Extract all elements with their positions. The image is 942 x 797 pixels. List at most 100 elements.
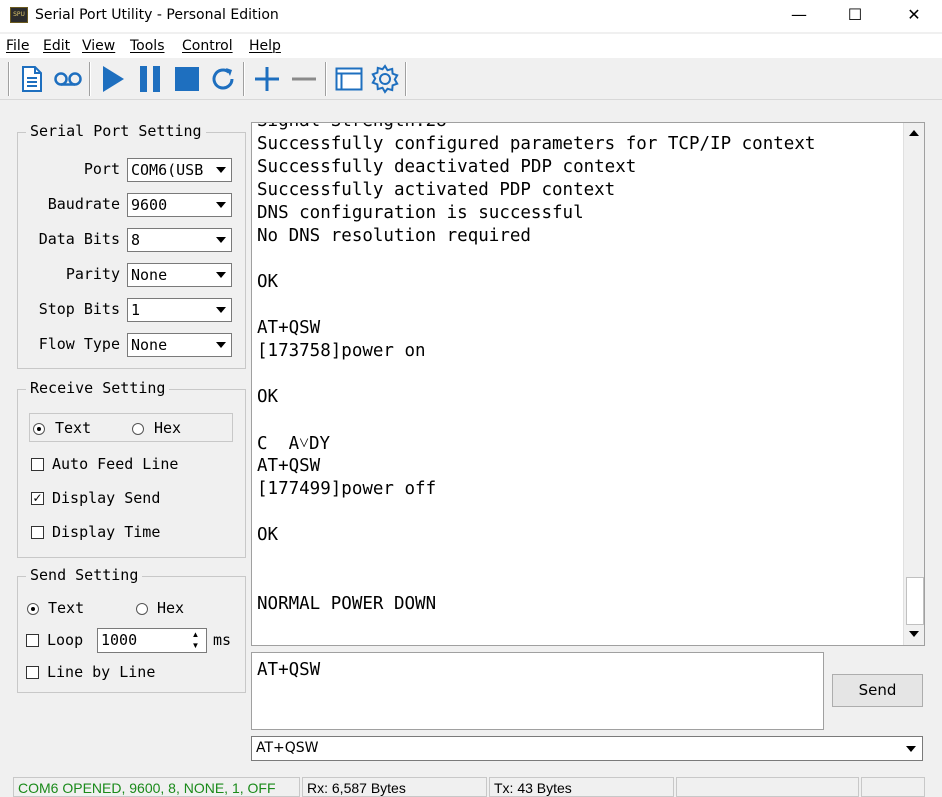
data-bits-select[interactable]: 8	[127, 228, 232, 252]
pause-icon[interactable]	[133, 62, 167, 96]
remove-icon[interactable]	[287, 62, 321, 96]
scrollbar-thumb[interactable]	[906, 577, 924, 625]
settings-gear-icon[interactable]	[368, 62, 402, 96]
auto-feed-line-checkbox[interactable]	[31, 458, 44, 471]
terminal-line: Successfully configured parameters for T…	[257, 134, 816, 154]
serial-port-setting-title: Serial Port Setting	[26, 122, 206, 140]
loop-unit-label: ms	[213, 631, 232, 649]
maximize-button[interactable]: ☐	[828, 0, 882, 32]
line-by-line-checkbox[interactable]	[26, 666, 39, 679]
send-hex-label: Hex	[157, 599, 185, 617]
add-icon[interactable]	[250, 62, 284, 96]
port-label: Port	[83, 160, 120, 178]
stop-icon[interactable]	[170, 62, 204, 96]
refresh-icon[interactable]	[206, 62, 240, 96]
receive-text-label: Text	[55, 419, 92, 437]
spin-down-icon[interactable]: ▼	[186, 640, 205, 651]
flow-type-select[interactable]: None	[127, 333, 232, 357]
terminal-line: No DNS resolution required	[257, 226, 531, 246]
display-send-checkbox[interactable]: ✓	[31, 492, 44, 505]
parity-value: None	[131, 266, 168, 284]
line-by-line-label: Line by Line	[47, 663, 156, 681]
terminal-line: NORMAL POWER DOWN	[257, 594, 437, 614]
receive-hex-radio[interactable]	[132, 423, 144, 435]
status-cell-empty	[861, 777, 925, 797]
stop-bits-select[interactable]: 1	[127, 298, 232, 322]
flow-type-label: Flow Type	[38, 335, 120, 353]
receive-text-radio[interactable]	[33, 423, 45, 435]
stop-bits-value: 1	[131, 301, 141, 319]
rx-bytes-counter: Rx: 6,587 Bytes	[302, 777, 487, 797]
auto-feed-line-label: Auto Feed Line	[52, 455, 179, 473]
spin-up-icon[interactable]: ▲	[186, 629, 205, 640]
display-time-label: Display Time	[52, 523, 161, 541]
parity-select[interactable]: None	[127, 263, 232, 287]
menu-file[interactable]: File	[6, 38, 29, 54]
terminal-line: Successfully deactivated PDP context	[257, 157, 637, 177]
terminal-line: C A˅DY	[257, 434, 331, 454]
terminal-line: AT+QSW	[257, 456, 321, 476]
app-logo-icon: SPU	[10, 7, 28, 23]
loop-label: Loop	[47, 631, 84, 649]
data-bits-label: Data Bits	[38, 230, 120, 248]
port-value: COM6(USB	[131, 161, 204, 179]
send-button[interactable]: Send	[832, 674, 923, 707]
chevron-down-icon[interactable]	[212, 230, 230, 250]
chevron-down-icon[interactable]	[212, 300, 230, 320]
menu-control[interactable]: Control	[182, 38, 233, 54]
toolbar-separator	[89, 62, 91, 96]
send-setting-title: Send Setting	[26, 566, 143, 584]
send-history-value: AT+QSW	[256, 740, 319, 756]
chevron-down-icon[interactable]	[212, 335, 230, 355]
flow-type-value: None	[131, 336, 168, 354]
status-cell-empty	[676, 777, 859, 797]
menu-edit[interactable]: Edit	[43, 38, 70, 54]
display-send-label: Display Send	[52, 489, 161, 507]
chevron-down-icon[interactable]	[212, 195, 230, 215]
menu-help[interactable]: Help	[249, 38, 281, 54]
receive-setting-title: Receive Setting	[26, 379, 170, 397]
toolbar-separator	[8, 62, 10, 96]
stop-bits-label: Stop Bits	[38, 300, 120, 318]
chevron-down-icon[interactable]	[212, 265, 230, 285]
menu-view[interactable]: View	[82, 38, 115, 54]
terminal-line: OK	[257, 525, 279, 545]
chevron-down-icon[interactable]	[212, 160, 230, 180]
toolbar-separator	[405, 62, 407, 96]
send-hex-radio[interactable]	[136, 603, 148, 615]
scroll-down-icon[interactable]	[905, 625, 923, 643]
send-text-label: Text	[48, 599, 85, 617]
data-bits-value: 8	[131, 231, 141, 249]
baudrate-select[interactable]: 9600	[127, 193, 232, 217]
terminal-line: OK	[257, 387, 279, 407]
vertical-scrollbar[interactable]	[903, 123, 924, 645]
send-text-radio[interactable]	[27, 603, 39, 615]
port-select[interactable]: COM6(USB	[127, 158, 232, 182]
send-input-area[interactable]: AT+QSW	[251, 652, 824, 730]
loop-checkbox[interactable]	[26, 634, 39, 647]
record-icon[interactable]	[51, 62, 85, 96]
menu-tools[interactable]: Tools	[130, 38, 165, 54]
terminal-line: AT+QSW	[257, 318, 321, 338]
loop-interval-spinbox[interactable]: 1000 ▲ ▼	[97, 628, 207, 653]
chevron-down-icon[interactable]	[902, 739, 920, 758]
scroll-up-icon[interactable]	[905, 124, 923, 142]
receive-output-area[interactable]: Signal Strength:28 Successfully configur…	[251, 122, 925, 646]
play-icon[interactable]	[96, 62, 130, 96]
terminal-line: Signal Strength:28	[257, 123, 447, 131]
terminal-line: [177499]power off	[257, 479, 437, 499]
receive-hex-label: Hex	[154, 419, 182, 437]
toolbar-separator	[243, 62, 245, 96]
window-icon[interactable]	[332, 62, 366, 96]
window-title: Serial Port Utility - Personal Edition	[35, 7, 279, 23]
send-history-select[interactable]: AT+QSW	[251, 736, 923, 761]
display-time-checkbox[interactable]	[31, 526, 44, 539]
close-button[interactable]: ✕	[887, 0, 941, 32]
send-input-value: AT+QSW	[257, 660, 321, 680]
new-document-icon[interactable]	[15, 62, 49, 96]
connection-status: COM6 OPENED, 9600, 8, NONE, 1, OFF	[13, 777, 300, 797]
minimize-button[interactable]: —	[772, 0, 826, 32]
loop-interval-value: 1000	[101, 631, 138, 649]
baudrate-label: Baudrate	[47, 195, 120, 213]
baudrate-value: 9600	[131, 196, 168, 214]
